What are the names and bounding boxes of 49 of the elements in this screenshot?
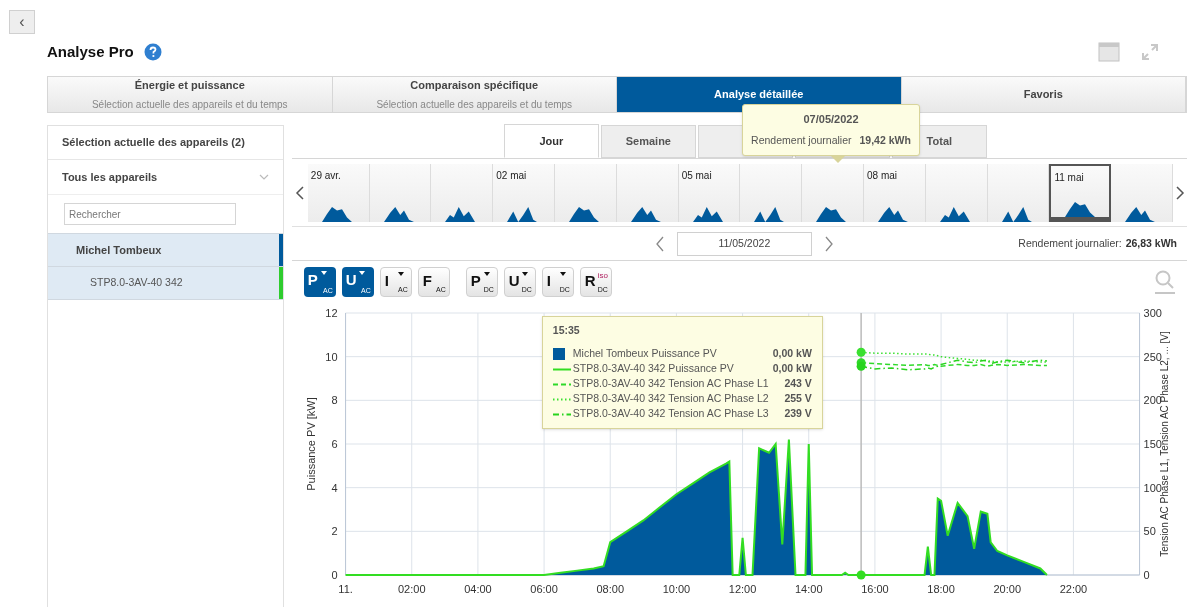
tooltip-time: 15:35 — [552, 323, 581, 338]
y-tick-label: 6 — [331, 438, 338, 450]
y2-tick-label: 300 — [1143, 307, 1162, 319]
tooltip-value: 255 V — [784, 391, 812, 407]
tooltip-date: 07/05/2022 — [803, 112, 859, 128]
tooltip-series-name: STP8.0-3AV-40 342 Puissance PV — [572, 361, 735, 377]
y2-tick-label: 150 — [1143, 438, 1162, 450]
y-axis-title: Puissance PV [kW] — [304, 397, 317, 491]
x-tick-label: 10:00 — [662, 583, 690, 595]
daily-yield-label: Rendement journalier: — [1018, 235, 1122, 251]
y-tick-label: 12 — [325, 307, 338, 319]
tooltip-series-name: Michel Tombeux Puissance PV — [572, 346, 718, 362]
tooltip-value: 0,00 kW — [772, 346, 812, 362]
page-title: Analyse Pro — [47, 41, 134, 62]
day-label: 05 mai — [681, 168, 712, 183]
x-tick-label: 16:00 — [861, 583, 889, 595]
device-group-label: Michel Tombeux — [76, 242, 162, 258]
y-tick-label: 0 — [331, 569, 338, 581]
daily-yield-value: 26,83 kWh — [1125, 235, 1177, 251]
x-tick-label: 20:00 — [993, 583, 1021, 595]
x-tick-label: 22:00 — [1059, 583, 1087, 595]
x-tick-label: 06:00 — [530, 583, 558, 595]
y2-tick-label: 0 — [1143, 569, 1150, 581]
x-tick-label: 18:00 — [927, 583, 955, 595]
tooltip-value: 239 V — [784, 406, 812, 422]
y2-tick-label: 200 — [1143, 394, 1162, 407]
day-label: 11 mai — [1054, 170, 1084, 185]
day-label: 29 avr. — [310, 168, 341, 183]
y-tick-label: 8 — [331, 394, 338, 407]
y2-tick-label: 50 — [1143, 525, 1156, 538]
x-tick-label: 04:00 — [464, 583, 492, 595]
x-tick-label: 14:00 — [794, 583, 823, 595]
x-tick-label: 08:00 — [596, 583, 624, 595]
day-label: 08 mai — [867, 168, 898, 183]
x-day-label: 11. — [338, 583, 353, 595]
x-tick-label: 12:00 — [728, 583, 757, 595]
tooltip-value: 0,00 kW — [772, 361, 812, 377]
x-tick-label: 02:00 — [397, 583, 426, 595]
day-label: 02 mai — [496, 168, 527, 183]
tooltip-series-name: STP8.0-3AV-40 342 Tension AC Phase L3 — [572, 406, 770, 422]
y-tick-label: 10 — [325, 350, 338, 363]
tooltip-series-name: STP8.0-3AV-40 342 Tension AC Phase L1 — [572, 376, 770, 392]
y-tick-label: 2 — [331, 525, 338, 538]
y2-tick-label: 100 — [1143, 481, 1162, 494]
tooltip-value: 243 V — [784, 376, 812, 392]
tooltip-series-name: STP8.0-3AV-40 342 Tension AC Phase L2 — [572, 391, 770, 407]
tooltip-label: Rendement journalier — [751, 132, 852, 148]
y-tick-label: 4 — [331, 481, 338, 494]
device-label: STP8.0-3AV-40 342 — [90, 275, 183, 291]
